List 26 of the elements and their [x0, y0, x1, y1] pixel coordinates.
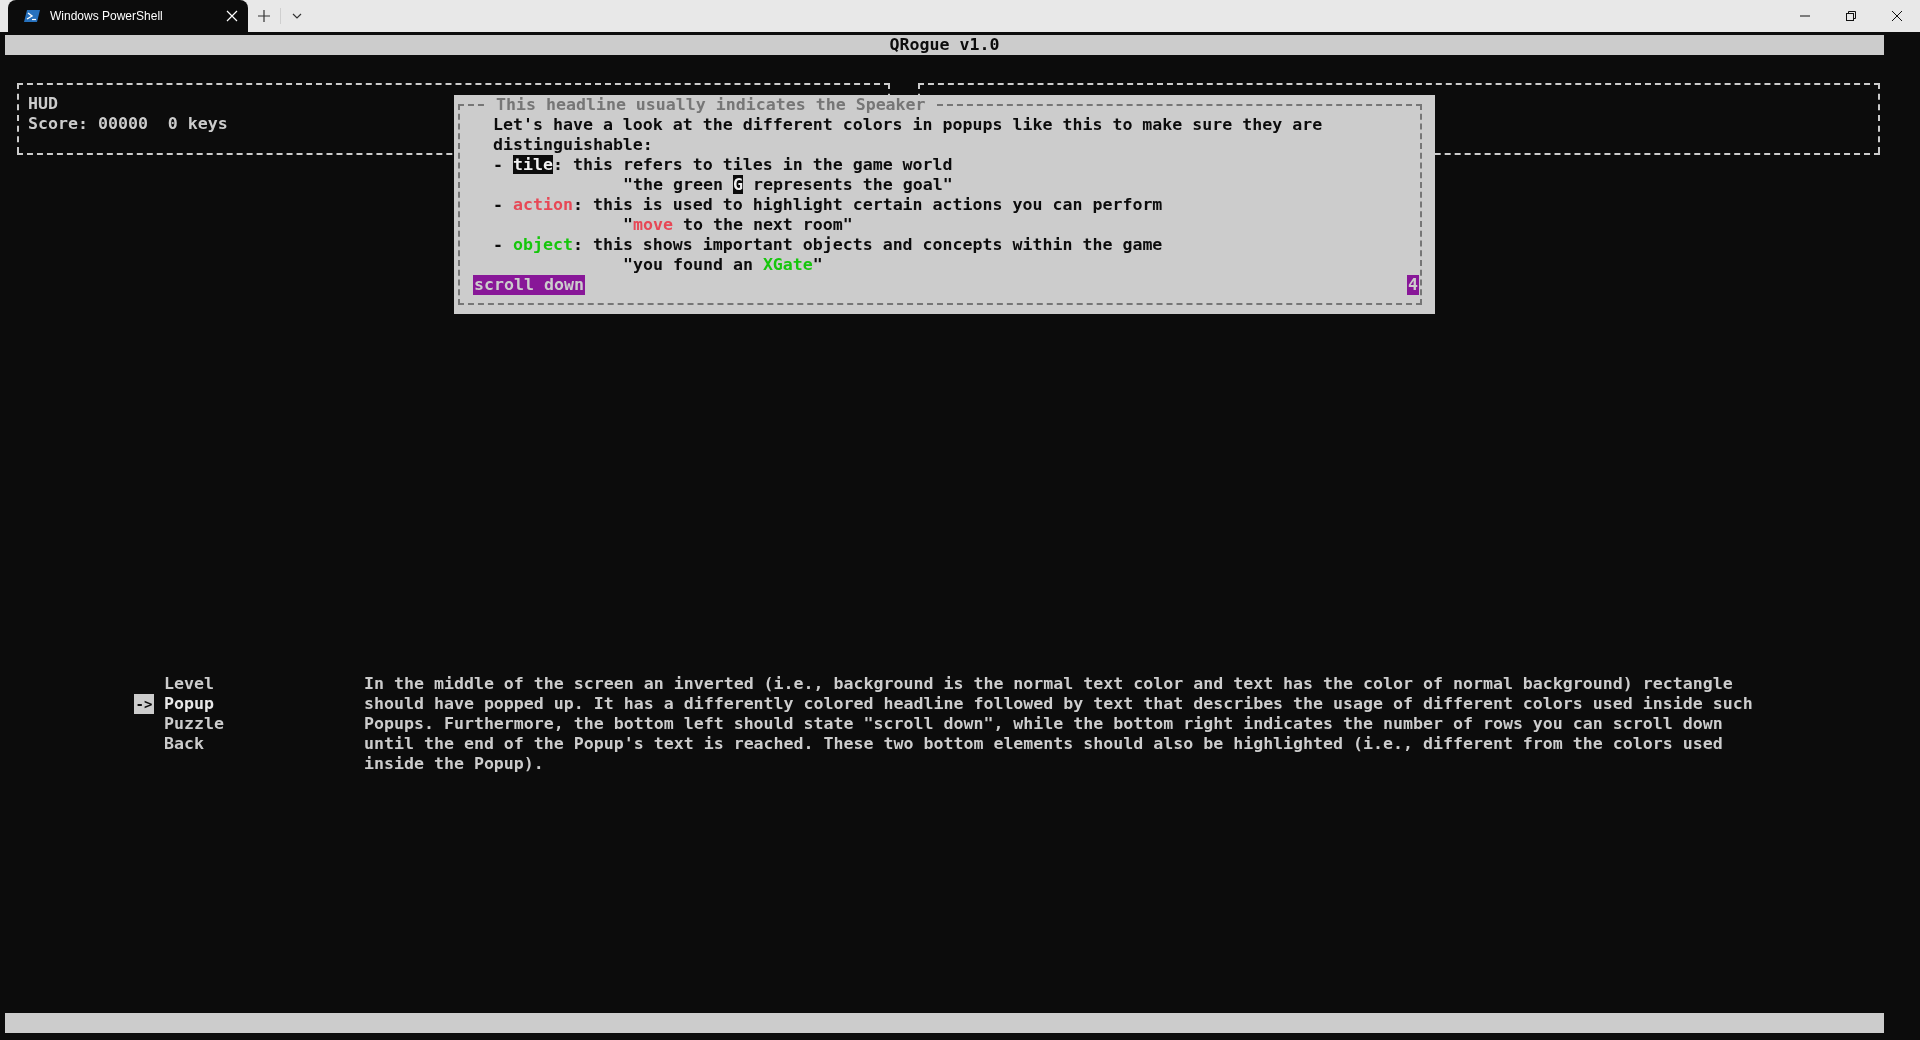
popup-line: "move to the next room" — [623, 215, 853, 235]
popup-line: Let's have a look at the different colors in popups like this to make sure they are — [493, 115, 1323, 135]
popup-headline: This headline usually indicates the Speaker — [486, 95, 936, 115]
powershell-icon — [24, 9, 40, 23]
scroll-hint: scroll down — [473, 275, 585, 295]
score-text: Score: 00000 0 keys — [28, 114, 228, 134]
terminal-tab[interactable]: Windows PowerShell — [8, 0, 248, 32]
close-icon — [1892, 11, 1902, 21]
menu-item[interactable]: Popup — [164, 694, 214, 714]
popup-line: - tile: this refers to tiles in the game world — [493, 155, 953, 175]
chevron-down-icon — [292, 13, 302, 19]
close-icon[interactable] — [226, 10, 238, 22]
popup-line: "the green G represents the goal" — [623, 175, 953, 195]
popup-line: - action: this is used to highlight certain actions you can perform — [493, 195, 1163, 215]
popup-line: distinguishable: — [493, 135, 653, 155]
popup-line: "you found an XGate" — [623, 255, 823, 275]
description-text: In the middle of the screen an inverted (i.e., background is the normal text color and text has the color of normal background) rectangle should have popped up. It has a differently colored headline followed by text that describes the usage of different colors used inside such Popups. Furthermore, the bottom left should state "scroll down", while the bottom right indicates the number of rows you can scroll down until the end of the Popup's text is reached. These two bottom elements should also be highlighted (i.e., different from the colors used inside the Popup). — [364, 674, 1753, 774]
hud-heading: HUD — [28, 94, 58, 114]
restore-icon — [1846, 11, 1856, 21]
rows-remaining-count: 4 — [1407, 275, 1419, 295]
menu-item[interactable]: Puzzle — [164, 714, 224, 734]
popup-line: - object: this shows important objects and concepts within the game — [493, 235, 1163, 255]
menu-item[interactable]: Back — [164, 734, 204, 754]
plus-icon — [257, 9, 271, 23]
menu-item[interactable]: Level — [164, 674, 214, 694]
title-bar: QRogue v1.0 — [5, 35, 1884, 55]
